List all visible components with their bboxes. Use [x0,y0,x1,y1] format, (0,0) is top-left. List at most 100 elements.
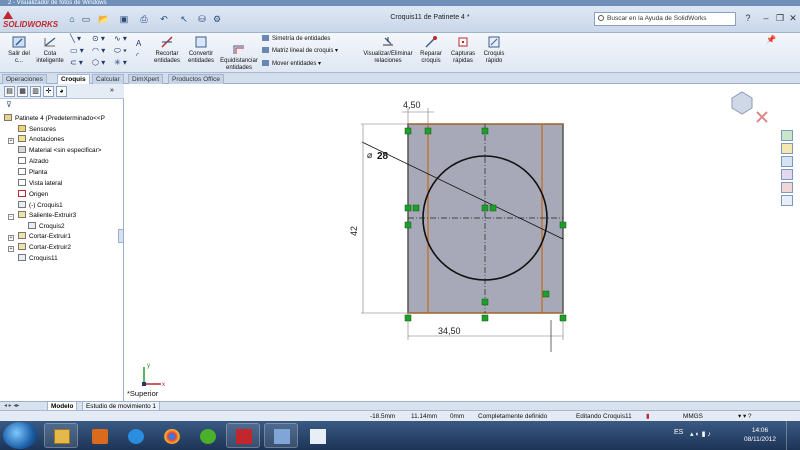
tab-dimxpert[interactable]: DimXpert [128,74,164,84]
quick-snaps-button[interactable]: Capturas rápidas [448,35,478,64]
taskbar-media[interactable] [82,423,116,448]
view-cube-icon[interactable] [731,91,753,115]
resources-icon[interactable] [781,130,793,141]
tab-productos-office[interactable]: Productos Office [168,74,224,84]
circle-tool-icon[interactable]: ⊙ ▾ [92,34,105,44]
tree-item-vista-lateral[interactable]: Vista lateral [18,179,62,189]
dimxpert-icon[interactable]: ✛ [43,86,54,97]
linear-pattern-button[interactable]: Matriz lineal de croquis ▾ [262,47,338,55]
home-icon[interactable]: ⌂ [66,13,78,25]
language-indicator[interactable]: ES [674,429,683,436]
start-button[interactable] [3,422,37,449]
expand-toggle[interactable]: + [8,138,14,144]
taskbar-ie[interactable] [118,423,152,448]
clock[interactable]: 14:06 08/11/2012 [740,426,780,444]
display-manager-icon[interactable]: ◕ [56,86,67,97]
repair-sketch-button[interactable]: Reparar croquis [418,35,444,64]
tree-item-anotaciones[interactable]: Anotaciones [18,135,64,145]
appearances-icon[interactable] [781,182,793,193]
view-palette-icon[interactable] [781,169,793,180]
save-icon[interactable]: ▣ [116,13,132,25]
rapid-sketch-button[interactable]: Croquis rápido [480,35,508,64]
dim-top[interactable]: 4,50 [403,100,421,110]
print-icon[interactable]: ⎙ [136,13,152,25]
cancel-icon[interactable] [756,111,768,123]
help-search-input[interactable]: Buscar en la Ayuda de SolidWorks [594,12,736,26]
move-entities-button[interactable]: Mover entidades ▾ [262,60,321,68]
point-tool-icon[interactable]: ✳ ▾ [114,58,127,68]
mirror-entities-button[interactable]: Simetría de entidades [262,35,330,43]
expand-toggle[interactable]: + [8,246,14,252]
taskbar-solidworks[interactable] [226,423,260,448]
expand-toggle[interactable]: − [8,214,14,220]
display-relations-button[interactable]: Visualizar/Eliminar relaciones [362,35,414,64]
part-body[interactable] [407,123,564,314]
custom-properties-icon[interactable] [781,195,793,206]
tree-item-origen[interactable]: Origen [18,190,48,200]
tree-item-sensores[interactable]: Sensores [18,125,56,135]
trim-entities-button[interactable]: Recortar entidades [150,35,184,64]
minimize-button[interactable]: – [760,12,772,24]
exit-sketch-button[interactable]: Salir del c... [6,35,32,64]
tab-croquis[interactable]: Croquis [57,74,90,84]
tree-item-cortar-extruir2[interactable]: Cortar-Extruir2 [18,243,71,253]
rectangle-tool-icon[interactable]: ▭ ▾ [70,46,84,56]
expand-toggle[interactable]: + [8,235,14,241]
taskbar-utorrent[interactable] [190,423,224,448]
spline-tool-icon[interactable]: ∿ ▾ [114,34,127,44]
close-button[interactable]: ✕ [787,12,799,24]
tree-item-croquis11[interactable]: Croquis11 [18,254,58,264]
solidworks-icon [236,429,252,444]
convert-entities-button[interactable]: Convertir entidades [186,35,216,64]
taskbar-document[interactable] [300,423,334,448]
select-icon[interactable]: ↖ [176,13,192,25]
arc-tool-icon[interactable]: ◠ ▾ [92,46,105,56]
tree-item-material[interactable]: Material <sin especificar> [18,146,101,156]
fillet-tool-icon[interactable]: ◜ [136,51,139,61]
expand-panel-icon[interactable]: » [110,87,114,94]
tab-operaciones[interactable]: Operaciones [2,74,47,84]
tree-root[interactable]: Patinete 4 (Predeterminado<<P [4,114,105,124]
offset-entities-button[interactable]: Equidistanciar entidades [218,42,260,71]
slot-tool-icon[interactable]: ⊂ ▾ [70,58,83,68]
tree-item-planta[interactable]: Planta [18,168,47,178]
text-tool-icon[interactable]: A [136,39,141,49]
tree-item-saliente-extruir3[interactable]: Saliente-Extruir3 [18,211,76,221]
feature-tree-icon[interactable]: ▤ [4,86,15,97]
tray-icons[interactable]: ▴ ◐ ▮ ♪ [690,430,711,438]
new-document-icon[interactable]: ▭ [80,13,92,25]
file-explorer-icon[interactable] [781,156,793,167]
graphics-area[interactable]: ⌀ 28 4,50 42 34,50 y x *Superior [125,84,781,401]
open-icon[interactable]: 📂 [96,13,112,25]
panel-splitter[interactable] [118,229,124,243]
design-library-icon[interactable] [781,143,793,154]
help-icon[interactable]: ? [742,12,754,24]
restore-button[interactable]: ❐ [774,12,786,24]
smart-dimension-icon [44,37,56,47]
plane-icon [18,157,26,164]
polygon-tool-icon[interactable]: ⬡ ▾ [92,58,105,68]
rebuild-icon[interactable]: ⛁ [196,13,208,25]
tree-item-croquis2[interactable]: Croquis2 [28,222,65,232]
taskbar-chrome[interactable] [154,423,188,448]
pin-icon[interactable]: 📌 [766,35,776,45]
options-icon[interactable]: ⚙ [210,13,224,25]
dim-side[interactable]: 42 [349,226,359,236]
dim-bottom[interactable]: 34,50 [438,326,461,336]
taskbar-explorer[interactable] [44,423,78,448]
taskbar-photo-viewer[interactable] [264,423,298,448]
dim-diameter[interactable]: 28 [377,151,389,162]
tree-item-alzado[interactable]: Alzado [18,157,49,167]
ellipse-tool-icon[interactable]: ⬭ ▾ [114,46,127,56]
filter-icon[interactable]: ⊽ [6,100,12,109]
tree-item-croquis1[interactable]: (-) Croquis1 [18,201,63,211]
tab-calcular[interactable]: Calcular [92,74,124,84]
undo-icon[interactable]: ↶ [156,13,172,25]
line-tool-icon[interactable]: ╲ ▾ [70,34,81,44]
solidworks-logo[interactable]: SOLIDWORKS [3,11,58,29]
property-manager-icon[interactable]: ▦ [17,86,28,97]
show-desktop-button[interactable] [786,421,800,450]
smart-dimension-button[interactable]: Cota inteligente [34,35,66,64]
tree-item-cortar-extruir1[interactable]: Cortar-Extruir1 [18,232,71,242]
configuration-icon[interactable]: ▥ [30,86,41,97]
